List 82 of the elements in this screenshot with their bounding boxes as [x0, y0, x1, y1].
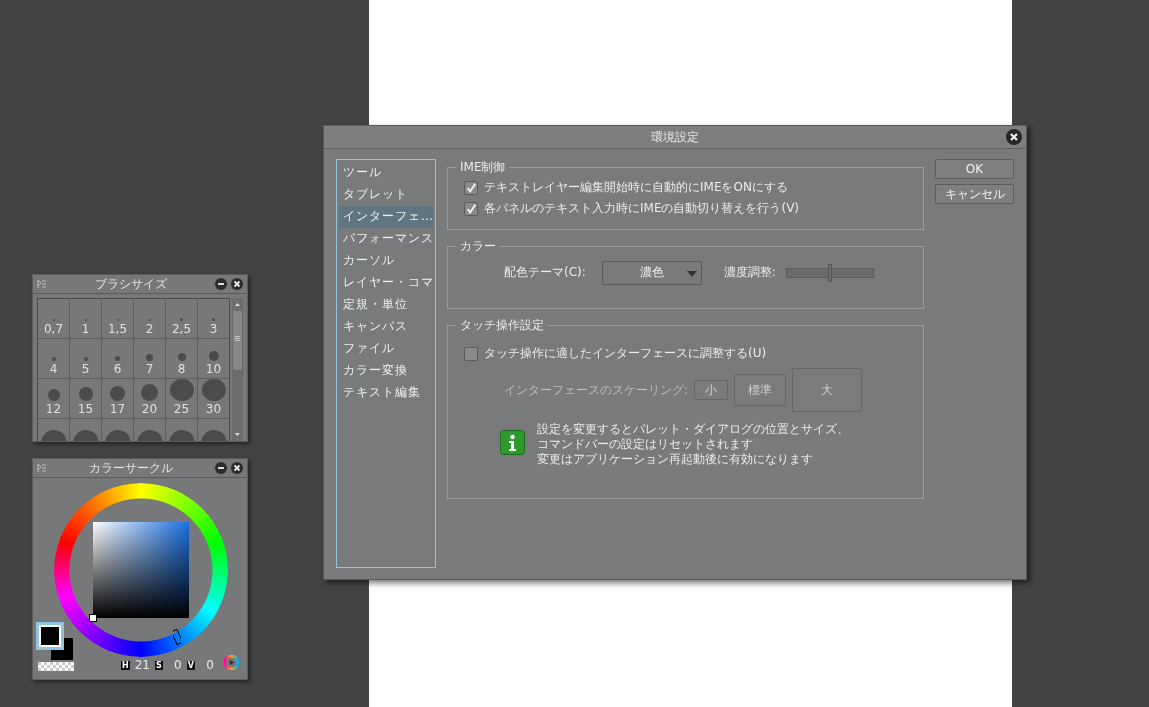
- channel-value: 21: [134, 658, 150, 672]
- checkbox[interactable]: [464, 201, 478, 216]
- brush-dot-icon: [83, 357, 88, 361]
- brush-dot-icon: [47, 389, 60, 401]
- brush-dot-icon: [212, 318, 215, 321]
- notice-text: 設定を変更するとパレット・ダイアログの位置とサイズ、 コマンドバーの設定はリセットされます 変更はアプリケーション再起動後に有効になります: [537, 422, 849, 467]
- category-item[interactable]: テキスト編集: [339, 382, 433, 404]
- brush-size-label[interactable]: 2,5: [171, 323, 192, 336]
- theme-label: 配色テーマ(C):: [504, 264, 586, 281]
- category-item[interactable]: カラー変換: [339, 360, 433, 382]
- brush-dot-icon: [115, 356, 120, 361]
- brush-dot-icon: [208, 351, 219, 361]
- checkbox[interactable]: [464, 180, 478, 195]
- close-icon[interactable]: [231, 278, 243, 290]
- dialog-title: 環境設定: [651, 128, 699, 146]
- brush-dot-icon: [201, 379, 226, 401]
- brush-size-label[interactable]: 4: [49, 363, 58, 376]
- brush-size-label[interactable]: 5: [81, 363, 90, 376]
- brush-size-label[interactable]: 17: [109, 403, 126, 416]
- brush-size-label[interactable]: 10: [205, 363, 222, 376]
- brush-size-label[interactable]: 1: [81, 323, 90, 336]
- category-item[interactable]: ファイル: [339, 338, 433, 360]
- brush-dot-icon: [169, 379, 194, 401]
- brush-size-label[interactable]: 1,5: [107, 323, 128, 336]
- group-title: カラー: [456, 238, 500, 254]
- category-item[interactable]: カーソル: [339, 250, 433, 272]
- checkbox-label: タッチ操作に適したインターフェースに調整する(U): [484, 345, 767, 362]
- minimize-icon[interactable]: [215, 278, 227, 290]
- brush-dot-icon: [177, 353, 186, 361]
- checkbox[interactable]: [464, 346, 478, 361]
- category-item[interactable]: レイヤー・コマ: [339, 272, 433, 294]
- channel-label: S: [155, 660, 163, 670]
- color-picker-handle[interactable]: [89, 614, 97, 622]
- category-item[interactable]: ツール: [339, 162, 433, 184]
- category-item[interactable]: キャンバス: [339, 316, 433, 338]
- brush-size-label[interactable]: 25: [173, 403, 190, 416]
- close-icon[interactable]: [231, 462, 243, 474]
- category-item[interactable]: 定規・単位: [339, 294, 433, 316]
- category-item[interactable]: タブレット: [339, 184, 433, 206]
- channel-value: 0: [205, 658, 214, 672]
- checkbox-label: テキストレイヤー編集開始時に自動的にIMEをONにする: [484, 179, 788, 196]
- channel-label: V: [186, 660, 195, 670]
- close-icon[interactable]: [1006, 129, 1022, 145]
- brush-size-label[interactable]: 20: [141, 403, 158, 416]
- brush-size-label[interactable]: 12: [45, 403, 62, 416]
- scaling-label: インターフェースのスケーリング:: [504, 381, 689, 399]
- brush-dot-icon: [110, 386, 125, 401]
- caret-icon: [686, 270, 697, 277]
- brush-dot-icon: [141, 384, 158, 401]
- brush-size-label[interactable]: 7: [145, 363, 154, 376]
- category-item[interactable]: パフォーマンス: [339, 228, 433, 250]
- brush-size-label[interactable]: 0,7: [43, 323, 64, 336]
- transparent-color-swatch[interactable]: [38, 662, 74, 671]
- saturation-value-square[interactable]: [93, 522, 189, 618]
- brush-size-label[interactable]: 3: [209, 323, 218, 336]
- brush-size-label[interactable]: 2: [145, 323, 154, 336]
- brush-size-label[interactable]: 15: [77, 403, 94, 416]
- brush-size-label[interactable]: 8: [177, 363, 186, 376]
- brush-dot-icon: [51, 357, 56, 361]
- group-title: タッチ操作設定: [456, 317, 548, 333]
- dialog-button[interactable]: キャンセル: [935, 184, 1014, 204]
- brush-size-label[interactable]: 6: [113, 363, 122, 376]
- panel-title: カラーサークル: [88, 459, 174, 477]
- brush-dot-icon: [180, 318, 183, 321]
- hue-handle[interactable]: [173, 629, 181, 645]
- checkbox-label: 各パネルのテキスト入力時にIMEの自動切り替えを行う(V): [484, 200, 800, 217]
- theme-dropdown[interactable]: 濃色: [601, 260, 702, 285]
- color-wheel-icon[interactable]: [224, 655, 239, 670]
- info-icon: [500, 430, 525, 455]
- dialog-button[interactable]: OK: [935, 159, 1014, 179]
- density-label: 濃度調整:: [723, 264, 776, 281]
- density-slider-thumb[interactable]: [827, 263, 832, 282]
- foreground-color-swatch[interactable]: [39, 625, 61, 647]
- brush-dot-icon: [78, 387, 93, 401]
- minimize-icon[interactable]: [215, 462, 227, 474]
- brush-dot-icon: [146, 354, 153, 361]
- panel-title: ブラシサイズ: [94, 275, 168, 293]
- channel-label: H: [121, 660, 130, 670]
- brush-size-label[interactable]: 30: [205, 403, 222, 416]
- channel-value: 0: [173, 658, 182, 672]
- category-item[interactable]: インターフェ…: [339, 206, 433, 228]
- group-title: IME制御: [456, 159, 510, 175]
